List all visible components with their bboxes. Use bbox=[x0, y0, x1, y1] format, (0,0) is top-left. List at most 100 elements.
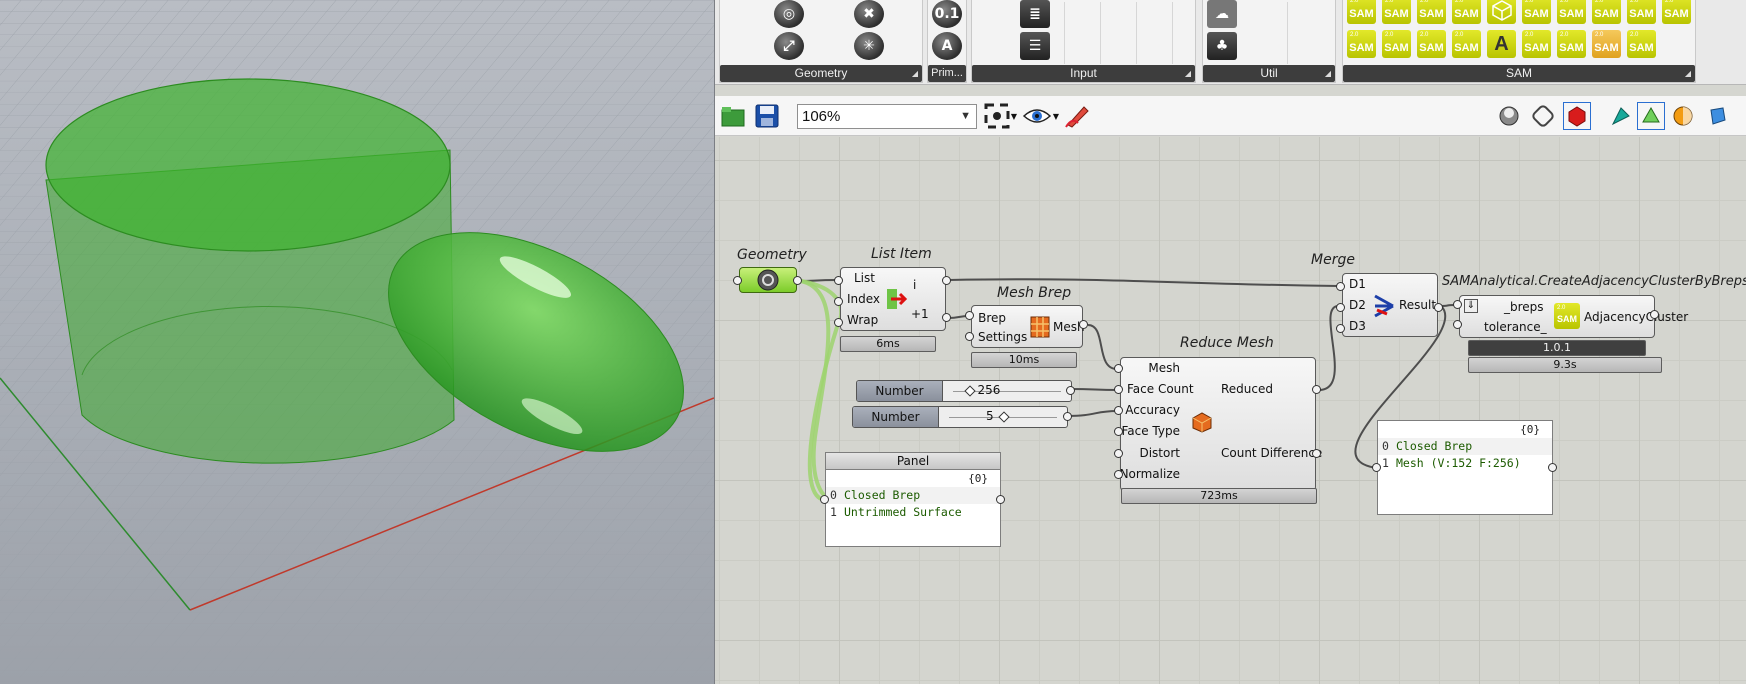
settings-input-grip[interactable] bbox=[965, 332, 974, 341]
face-count-input-label: Face Count bbox=[1127, 382, 1194, 396]
sam-tool-icon[interactable]: 2.0 SAM bbox=[1557, 30, 1586, 58]
panel-input-grip[interactable] bbox=[820, 495, 829, 504]
material-button[interactable] bbox=[1669, 102, 1697, 130]
adjacency-cluster-output-grip[interactable] bbox=[1650, 310, 1659, 319]
geometry-param[interactable] bbox=[739, 267, 797, 293]
expand-input-icon[interactable]: ⇓ bbox=[1464, 299, 1478, 313]
list-input-grip[interactable] bbox=[834, 276, 843, 285]
accuracy-slider[interactable]: Number Slider 5 bbox=[852, 406, 1068, 428]
blue-shape-button[interactable] bbox=[1703, 102, 1731, 130]
sam-tool-icon[interactable]: 2.0 SAM bbox=[1382, 30, 1411, 58]
d2-input-grip[interactable] bbox=[1336, 303, 1345, 312]
mesh-brep-component[interactable]: Brep Settings Mesh bbox=[971, 305, 1085, 348]
geometry-curve-icon[interactable]: ◎ bbox=[774, 0, 804, 28]
panel-output-grip[interactable] bbox=[1548, 463, 1557, 472]
panel-row: 1 Untrimmed Surface bbox=[826, 504, 1000, 521]
slider-output-grip[interactable] bbox=[1063, 412, 1072, 421]
sam-tool-icon[interactable]: 2.0 SAM bbox=[1417, 0, 1446, 24]
ribbon-group-label[interactable]: Util ◢ bbox=[1203, 65, 1335, 82]
zoom-combo[interactable]: 106% ▼ bbox=[797, 104, 977, 129]
d3-input-grip[interactable] bbox=[1336, 324, 1345, 333]
sam-tool-icon[interactable]: 2.0 SAM bbox=[1592, 30, 1621, 58]
sam-tool-icon[interactable]: 2.0 SAM bbox=[1557, 0, 1586, 24]
sam-wireframe-icon[interactable] bbox=[1487, 0, 1516, 24]
panel-merge-result[interactable]: {0} 0 Closed Brep 1 Mesh (V:152 F:256) bbox=[1377, 420, 1553, 515]
d1-input-grip[interactable] bbox=[1336, 282, 1345, 291]
list-item-component[interactable]: List Index Wrap i +1 bbox=[840, 267, 946, 331]
preview-button[interactable] bbox=[1023, 102, 1051, 130]
sam-tool-icon[interactable]: 2.0 SAM bbox=[1662, 0, 1691, 24]
ghost-icon[interactable]: ☁ bbox=[1207, 0, 1237, 28]
mesh-input-grip[interactable] bbox=[1114, 364, 1123, 373]
grasshopper-canvas[interactable]: Geometry List Item List Index Wrap i +1 … bbox=[715, 137, 1746, 684]
create-cluster-component[interactable]: ⇓ _breps tolerance_ 2.0 SAM AdjacencyClus… bbox=[1459, 295, 1688, 338]
sam-tool-icon[interactable]: 2.0 SAM bbox=[1417, 30, 1446, 58]
sam-tool-icon[interactable]: 2.0 SAM bbox=[1347, 30, 1376, 58]
slider-output-grip[interactable] bbox=[1066, 386, 1075, 395]
tree-icon[interactable]: ♣ bbox=[1207, 32, 1237, 60]
ribbon-group-label[interactable]: Prim... bbox=[928, 65, 966, 82]
sam-tool-icon[interactable]: 2.0 SAM bbox=[1522, 30, 1551, 58]
sam-tool-icon[interactable]: 2.0 SAM bbox=[1592, 0, 1621, 24]
preview-mesh-button[interactable] bbox=[1637, 102, 1665, 130]
next-output-grip[interactable] bbox=[942, 313, 951, 322]
zoom-extents-dropdown[interactable]: ▼ bbox=[1009, 102, 1019, 130]
number-primitive-icon[interactable]: 0.1 bbox=[932, 0, 962, 28]
result-output-grip[interactable] bbox=[1434, 303, 1443, 312]
panel-input-grip[interactable] bbox=[1372, 463, 1381, 472]
sam-text-icon[interactable]: A bbox=[1487, 30, 1516, 58]
zoom-extents-button[interactable] bbox=[983, 102, 1011, 130]
panel-output-grip[interactable] bbox=[996, 495, 1005, 504]
panel-geometry-types[interactable]: Panel {0} 0 Closed Brep 1 Untrimmed Surfac… bbox=[825, 452, 1001, 547]
wrap-input-grip[interactable] bbox=[834, 318, 843, 327]
blue-shape-icon bbox=[1710, 107, 1726, 125]
ribbon-group-label[interactable]: Input ◢ bbox=[972, 65, 1195, 82]
merge-component[interactable]: D1 D2 D3 Result bbox=[1342, 273, 1438, 337]
preview-wire-button[interactable] bbox=[1529, 102, 1557, 130]
sam-tool-icon[interactable]: 2.0 SAM bbox=[1627, 0, 1656, 24]
slider-knob[interactable] bbox=[998, 411, 1010, 423]
text-primitive-icon[interactable]: A bbox=[932, 32, 962, 60]
geometry-sphere-icon[interactable]: ✳ bbox=[854, 32, 884, 60]
item-output-grip[interactable] bbox=[942, 276, 951, 285]
input-list-icon[interactable]: ☰ bbox=[1020, 32, 1050, 60]
brep-input-grip[interactable] bbox=[965, 311, 974, 320]
distort-input-grip[interactable] bbox=[1114, 449, 1123, 458]
normalize-input-grip[interactable] bbox=[1114, 470, 1123, 479]
face-type-input-grip[interactable] bbox=[1114, 427, 1123, 436]
accuracy-input-grip[interactable] bbox=[1114, 406, 1123, 415]
sam-tool-icon[interactable]: 2.0 SAM bbox=[1522, 0, 1551, 24]
slider-knob[interactable] bbox=[963, 385, 976, 397]
count-difference-output-grip[interactable] bbox=[1312, 449, 1321, 458]
sam-tool-icon[interactable]: 2.0 SAM bbox=[1382, 0, 1411, 24]
sam-tool-icon[interactable]: 2.0 SAM bbox=[1627, 30, 1656, 58]
open-file-button[interactable] bbox=[719, 102, 747, 130]
breps-input-grip[interactable] bbox=[1453, 300, 1462, 309]
ribbon-group-label[interactable]: Geometry ◢ bbox=[720, 65, 922, 82]
preview-selected-button[interactable] bbox=[1563, 102, 1591, 130]
mesh-output-grip[interactable] bbox=[1079, 320, 1088, 329]
geometry-mesh-icon[interactable]: ✖ bbox=[854, 0, 884, 28]
sketch-button[interactable] bbox=[1063, 102, 1091, 130]
reduce-mesh-component[interactable]: Mesh Face Count Accuracy Face Type Disto… bbox=[1120, 357, 1322, 491]
sam-tool-icon[interactable]: 2.0 SAM bbox=[1452, 30, 1481, 58]
tolerance-input-grip[interactable] bbox=[1453, 320, 1462, 329]
sam-tool-icon[interactable]: 2.0 SAM bbox=[1347, 0, 1376, 24]
save-button[interactable] bbox=[753, 102, 781, 130]
paint-button[interactable] bbox=[1607, 102, 1635, 130]
result-output-label: Result bbox=[1399, 298, 1437, 312]
rhino-viewport[interactable] bbox=[0, 0, 714, 684]
face-count-input-grip[interactable] bbox=[1114, 385, 1123, 394]
ribbon-group-label[interactable]: SAM ◢ bbox=[1343, 65, 1695, 82]
preview-dropdown[interactable]: ▼ bbox=[1051, 102, 1061, 130]
face-count-slider[interactable]: Number Slider 256 bbox=[856, 380, 1072, 402]
reduced-output-grip[interactable] bbox=[1312, 385, 1321, 394]
sam-tool-icon[interactable]: 2.0 SAM bbox=[1452, 0, 1481, 24]
zoom-extents-icon bbox=[984, 103, 1010, 129]
index-input-grip[interactable] bbox=[834, 297, 843, 306]
geometry-output-grip[interactable] bbox=[793, 276, 802, 285]
geometry-point-icon[interactable]: ⤢ bbox=[774, 32, 804, 60]
geometry-input-grip[interactable] bbox=[733, 276, 742, 285]
preview-shaded-button[interactable] bbox=[1495, 102, 1523, 130]
input-toggle-icon[interactable]: ≣ bbox=[1020, 0, 1050, 28]
